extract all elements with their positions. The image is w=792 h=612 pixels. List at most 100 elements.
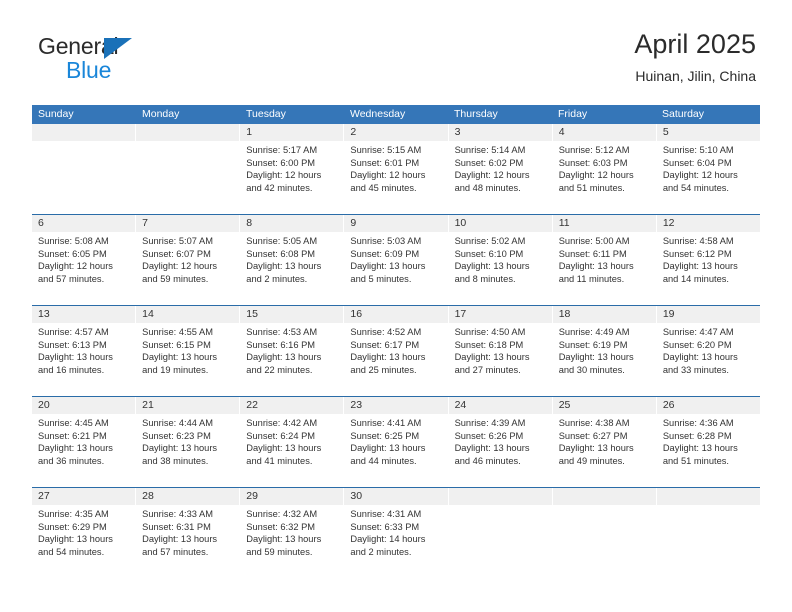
day-cell[interactable]: 24 Sunrise: 4:39 AM Sunset: 6:26 PM Dayl… xyxy=(448,397,553,487)
day-cell[interactable]: 21 Sunrise: 4:44 AM Sunset: 6:23 PM Dayl… xyxy=(136,397,241,487)
day-cell[interactable] xyxy=(136,124,241,214)
general-blue-logo[interactable]: General Blue xyxy=(38,33,218,85)
day-number: 27 xyxy=(32,488,136,505)
day-cell[interactable]: 12 Sunrise: 4:58 AM Sunset: 6:12 PM Dayl… xyxy=(656,215,760,305)
sunrise-text: Sunrise: 5:15 AM xyxy=(350,145,422,155)
daylight-text: Daylight: 13 hours and 57 minutes. xyxy=(142,534,218,557)
day-cell[interactable]: 29 Sunrise: 4:32 AM Sunset: 6:32 PM Dayl… xyxy=(240,488,345,578)
day-details: Sunrise: 5:17 AM Sunset: 6:00 PM Dayligh… xyxy=(240,141,343,194)
sunrise-text: Sunrise: 5:05 AM xyxy=(246,236,318,246)
sunrise-text: Sunrise: 4:35 AM xyxy=(38,509,109,519)
day-cell[interactable]: 17 Sunrise: 4:50 AM Sunset: 6:18 PM Dayl… xyxy=(448,306,553,396)
day-cell[interactable]: 15 Sunrise: 4:53 AM Sunset: 6:16 PM Dayl… xyxy=(240,306,345,396)
day-cell[interactable]: 19 Sunrise: 4:47 AM Sunset: 6:20 PM Dayl… xyxy=(656,306,760,396)
day-number xyxy=(32,124,136,141)
day-details: Sunrise: 5:12 AM Sunset: 6:03 PM Dayligh… xyxy=(553,141,656,194)
day-cell[interactable]: 16 Sunrise: 4:52 AM Sunset: 6:17 PM Dayl… xyxy=(344,306,449,396)
day-cell[interactable] xyxy=(448,488,553,578)
day-cell[interactable]: 25 Sunrise: 4:38 AM Sunset: 6:27 PM Dayl… xyxy=(552,397,657,487)
day-cell[interactable]: 6 Sunrise: 5:08 AM Sunset: 6:05 PM Dayli… xyxy=(32,215,137,305)
sunset-text: Sunset: 6:32 PM xyxy=(246,521,316,532)
daylight-text: Daylight: 13 hours and 54 minutes. xyxy=(38,534,113,557)
sunset-text: Sunset: 6:03 PM xyxy=(558,157,628,168)
sunrise-text: Sunrise: 4:39 AM xyxy=(454,418,526,428)
sunset-text: Sunset: 6:02 PM xyxy=(454,157,524,168)
sunset-text: Sunset: 6:10 PM xyxy=(454,248,524,259)
day-number: 15 xyxy=(240,306,344,323)
day-cell[interactable]: 3 Sunrise: 5:14 AM Sunset: 6:02 PM Dayli… xyxy=(448,124,553,214)
day-cell[interactable]: 9 Sunrise: 5:03 AM Sunset: 6:09 PM Dayli… xyxy=(344,215,449,305)
sunset-text: Sunset: 6:01 PM xyxy=(350,157,420,168)
calendar-page: General Blue April 2025 Huinan, Jilin, C… xyxy=(0,0,792,612)
sunset-text: Sunset: 6:19 PM xyxy=(558,339,628,350)
day-number: 11 xyxy=(552,215,656,232)
day-cell[interactable]: 8 Sunrise: 5:05 AM Sunset: 6:08 PM Dayli… xyxy=(240,215,345,305)
day-cell[interactable]: 20 Sunrise: 4:45 AM Sunset: 6:21 PM Dayl… xyxy=(32,397,137,487)
day-details: Sunrise: 5:10 AM Sunset: 6:04 PM Dayligh… xyxy=(657,141,760,194)
day-cell[interactable] xyxy=(656,488,760,578)
day-details: Sunrise: 4:39 AM Sunset: 6:26 PM Dayligh… xyxy=(449,414,552,467)
day-details: Sunrise: 5:08 AM Sunset: 6:05 PM Dayligh… xyxy=(32,232,135,285)
daylight-text: Daylight: 12 hours and 45 minutes. xyxy=(350,170,426,193)
week-row: 27 Sunrise: 4:35 AM Sunset: 6:29 PM Dayl… xyxy=(32,487,760,578)
day-cell[interactable] xyxy=(32,124,137,214)
day-cell[interactable]: 28 Sunrise: 4:33 AM Sunset: 6:31 PM Dayl… xyxy=(136,488,241,578)
sunset-text: Sunset: 6:12 PM xyxy=(662,248,732,259)
sunrise-text: Sunrise: 4:52 AM xyxy=(350,327,422,337)
sunset-text: Sunset: 6:00 PM xyxy=(246,157,316,168)
sunrise-text: Sunrise: 4:45 AM xyxy=(38,418,109,428)
day-number: 7 xyxy=(136,215,240,232)
day-details: Sunrise: 4:32 AM Sunset: 6:32 PM Dayligh… xyxy=(240,505,343,558)
day-cell[interactable]: 10 Sunrise: 5:02 AM Sunset: 6:10 PM Dayl… xyxy=(448,215,553,305)
day-cell[interactable]: 5 Sunrise: 5:10 AM Sunset: 6:04 PM Dayli… xyxy=(656,124,760,214)
day-number: 13 xyxy=(32,306,136,323)
weekday-header-tuesday: Tuesday xyxy=(246,108,286,120)
day-cell[interactable]: 22 Sunrise: 4:42 AM Sunset: 6:24 PM Dayl… xyxy=(240,397,345,487)
day-cell[interactable]: 23 Sunrise: 4:41 AM Sunset: 6:25 PM Dayl… xyxy=(344,397,449,487)
day-number: 14 xyxy=(136,306,240,323)
sunset-text: Sunset: 6:20 PM xyxy=(662,339,732,350)
day-cell[interactable]: 26 Sunrise: 4:36 AM Sunset: 6:28 PM Dayl… xyxy=(656,397,760,487)
day-cell[interactable]: 4 Sunrise: 5:12 AM Sunset: 6:03 PM Dayli… xyxy=(552,124,657,214)
sunrise-text: Sunrise: 5:12 AM xyxy=(558,145,630,155)
day-cell[interactable]: 30 Sunrise: 4:31 AM Sunset: 6:33 PM Dayl… xyxy=(344,488,449,578)
day-cell[interactable]: 27 Sunrise: 4:35 AM Sunset: 6:29 PM Dayl… xyxy=(32,488,137,578)
day-details: Sunrise: 5:02 AM Sunset: 6:10 PM Dayligh… xyxy=(449,232,552,285)
sunset-text: Sunset: 6:07 PM xyxy=(142,248,211,259)
day-cell[interactable]: 7 Sunrise: 5:07 AM Sunset: 6:07 PM Dayli… xyxy=(136,215,241,305)
day-details: Sunrise: 5:14 AM Sunset: 6:02 PM Dayligh… xyxy=(449,141,552,194)
day-details: Sunrise: 4:38 AM Sunset: 6:27 PM Dayligh… xyxy=(553,414,656,467)
day-number: 26 xyxy=(656,397,760,414)
week-row: 13 Sunrise: 4:57 AM Sunset: 6:13 PM Dayl… xyxy=(32,305,760,396)
sunrise-text: Sunrise: 4:44 AM xyxy=(142,418,213,428)
day-number: 19 xyxy=(656,306,760,323)
day-cell[interactable]: 13 Sunrise: 4:57 AM Sunset: 6:13 PM Dayl… xyxy=(32,306,137,396)
day-number xyxy=(552,488,656,505)
day-cell[interactable]: 1 Sunrise: 5:17 AM Sunset: 6:00 PM Dayli… xyxy=(240,124,345,214)
sunrise-text: Sunrise: 4:57 AM xyxy=(38,327,109,337)
day-cell[interactable]: 11 Sunrise: 5:00 AM Sunset: 6:11 PM Dayl… xyxy=(552,215,657,305)
day-cell[interactable] xyxy=(552,488,657,578)
weekday-header-wednesday: Wednesday xyxy=(350,108,406,120)
day-cell[interactable]: 14 Sunrise: 4:55 AM Sunset: 6:15 PM Dayl… xyxy=(136,306,241,396)
page-title: April 2025 xyxy=(634,29,756,59)
week-row: 1 Sunrise: 5:17 AM Sunset: 6:00 PM Dayli… xyxy=(32,124,760,214)
sunrise-text: Sunrise: 4:31 AM xyxy=(350,509,422,519)
weekday-header-friday: Friday xyxy=(558,108,588,120)
daylight-text: Daylight: 13 hours and 27 minutes. xyxy=(454,352,530,375)
daylight-text: Daylight: 13 hours and 46 minutes. xyxy=(454,443,530,466)
day-cell[interactable]: 2 Sunrise: 5:15 AM Sunset: 6:01 PM Dayli… xyxy=(344,124,449,214)
sunset-text: Sunset: 6:11 PM xyxy=(558,248,627,259)
day-number: 21 xyxy=(136,397,240,414)
daylight-text: Daylight: 13 hours and 16 minutes. xyxy=(38,352,113,375)
sunset-text: Sunset: 6:28 PM xyxy=(662,430,732,441)
sunset-text: Sunset: 6:15 PM xyxy=(142,339,211,350)
day-number: 22 xyxy=(240,397,344,414)
day-details: Sunrise: 4:36 AM Sunset: 6:28 PM Dayligh… xyxy=(657,414,760,467)
sunrise-text: Sunrise: 4:36 AM xyxy=(662,418,734,428)
daylight-text: Daylight: 13 hours and 51 minutes. xyxy=(662,443,738,466)
day-number xyxy=(136,124,240,141)
day-cell[interactable]: 18 Sunrise: 4:49 AM Sunset: 6:19 PM Dayl… xyxy=(552,306,657,396)
day-details: Sunrise: 5:05 AM Sunset: 6:08 PM Dayligh… xyxy=(240,232,343,285)
day-details: Sunrise: 5:07 AM Sunset: 6:07 PM Dayligh… xyxy=(136,232,239,285)
